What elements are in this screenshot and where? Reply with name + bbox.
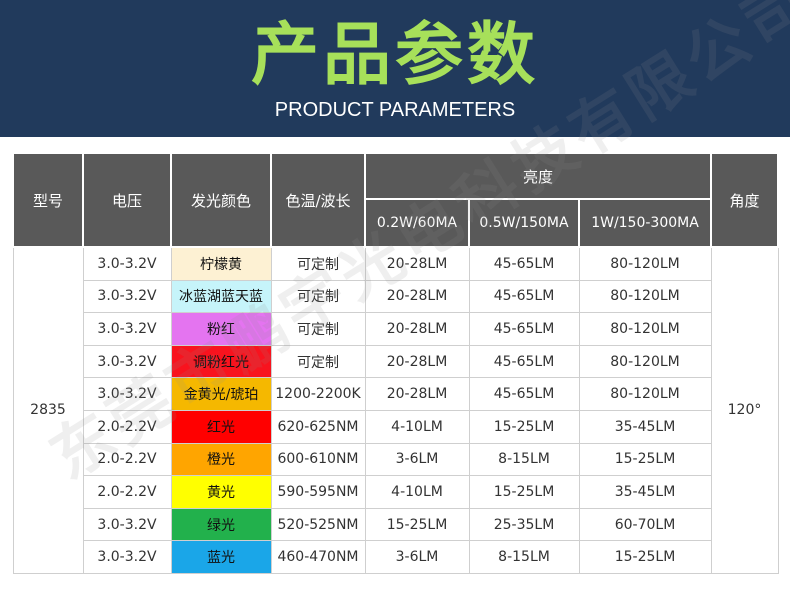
b1-cell: 3-6LM	[364, 540, 470, 574]
header-color: 发光颜色	[170, 152, 272, 248]
color-cell: 绿光	[170, 507, 272, 542]
temp-cell: 可定制	[270, 279, 366, 314]
angle-cell: 120°	[710, 246, 779, 574]
table-row: 2.0-2.2V 橙光 600-610NM 3-6LM 8-15LM 15-25LM	[13, 442, 778, 477]
voltage-cell: 3.0-3.2V	[82, 377, 172, 411]
b3-cell: 60-70LM	[578, 507, 712, 542]
b1-cell: 4-10LM	[364, 475, 470, 509]
table-row: 2835 3.0-3.2V 柠檬黄 可定制 20-28LM 45-65LM 80-120LM…	[12, 246, 779, 574]
b3-cell: 80-120LM	[578, 279, 712, 314]
table-row: 3.0-3.2V 调粉红光 可定制 20-28LM 45-65LM 80-120LM	[13, 344, 778, 379]
page-subtitle: PRODUCT PARAMETERS	[274, 99, 516, 121]
b3-cell: 80-120LM	[578, 344, 712, 379]
voltage-cell: 2.0-2.2V	[82, 475, 172, 509]
b2-cell: 8-15LM	[468, 540, 580, 574]
color-cell: 蓝光	[170, 540, 272, 574]
b2-cell: 15-25LM	[468, 409, 580, 444]
table-row: 3.0-3.2V 蓝光 460-470NM 3-6LM 8-15LM 15-25LM	[13, 540, 778, 574]
table-row: 3.0-3.2V 粉红 可定制 20-28LM 45-65LM 80-120LM	[13, 312, 778, 346]
b3-cell: 35-45LM	[578, 409, 712, 444]
color-cell: 橙光	[170, 442, 272, 477]
table-row: 2.0-2.2V 黄光 590-595NM 4-10LM 15-25LM 35-45LM	[13, 475, 778, 509]
table-row: 2.0-2.2V 红光 620-625NM 4-10LM 15-25LM 35-45LM	[13, 409, 778, 444]
header-model: 型号	[12, 152, 84, 248]
header-b3: 1W/150-300MA	[578, 198, 712, 248]
temp-cell: 600-610NM	[270, 442, 366, 477]
b1-cell: 15-25LM	[364, 507, 470, 542]
b1-cell: 20-28LM	[364, 312, 470, 346]
b2-cell: 8-15LM	[468, 442, 580, 477]
b3-cell: 80-120LM	[578, 246, 712, 281]
color-cell: 红光	[170, 409, 272, 444]
header-b2: 0.5W/150MA	[468, 198, 580, 248]
voltage-cell: 3.0-3.2V	[82, 344, 172, 379]
b2-cell: 45-65LM	[468, 246, 580, 281]
model-cell: 2835	[12, 246, 84, 574]
temp-cell: 可定制	[270, 344, 366, 379]
b1-cell: 20-28LM	[364, 246, 470, 281]
color-cell: 柠檬黄	[170, 246, 272, 281]
temp-cell: 可定制	[270, 246, 366, 281]
b3-cell: 80-120LM	[578, 377, 712, 411]
temp-cell: 可定制	[270, 312, 366, 346]
temp-cell: 1200-2200K	[270, 377, 366, 411]
temp-cell: 460-470NM	[270, 540, 366, 574]
b2-cell: 45-65LM	[468, 377, 580, 411]
b2-cell: 15-25LM	[468, 475, 580, 509]
b1-cell: 4-10LM	[364, 409, 470, 444]
temp-cell: 520-525NM	[270, 507, 366, 542]
b1-cell: 20-28LM	[364, 377, 470, 411]
page-title: 产品参数	[250, 16, 539, 95]
b1-cell: 20-28LM	[364, 279, 470, 314]
b2-cell: 45-65LM	[468, 344, 580, 379]
header-temp: 色温/波长	[270, 152, 366, 248]
temp-cell: 590-595NM	[270, 475, 366, 509]
voltage-cell: 2.0-2.2V	[82, 442, 172, 477]
header-voltage: 电压	[82, 152, 172, 248]
table-row: 3.0-3.2V 冰蓝湖蓝天蓝 可定制 20-28LM 45-65LM 80-120LM	[13, 279, 778, 314]
voltage-cell: 3.0-3.2V	[82, 507, 172, 542]
b3-cell: 15-25LM	[578, 442, 712, 477]
b1-cell: 3-6LM	[364, 442, 470, 477]
color-cell: 黄光	[170, 475, 272, 509]
b3-cell: 35-45LM	[578, 475, 712, 509]
parameters-table-container: 型号 电压 发光颜色 色温/波长 亮度 角度 0.2W/60MA 0.5W/15…	[12, 152, 779, 586]
header-b1: 0.2W/60MA	[364, 198, 470, 248]
temp-cell: 620-625NM	[270, 409, 366, 444]
color-cell: 调粉红光	[170, 344, 272, 379]
voltage-cell: 3.0-3.2V	[82, 246, 172, 281]
color-cell: 粉红	[170, 312, 272, 346]
color-cell: 冰蓝湖蓝天蓝	[170, 279, 272, 314]
b2-cell: 25-35LM	[468, 507, 580, 542]
b2-cell: 45-65LM	[468, 312, 580, 346]
color-cell: 金黄光/琥珀	[170, 377, 272, 411]
b3-cell: 80-120LM	[578, 312, 712, 346]
b3-cell: 15-25LM	[578, 540, 712, 574]
b2-cell: 45-65LM	[468, 279, 580, 314]
parameters-table: 型号 电压 发光颜色 色温/波长 亮度 角度 0.2W/60MA 0.5W/15…	[12, 152, 779, 574]
table-row: 3.0-3.2V 金黄光/琥珀 1200-2200K 20-28LM 45-65LM 80…	[13, 377, 778, 411]
b1-cell: 20-28LM	[364, 344, 470, 379]
table-row: 3.0-3.2V 绿光 520-525NM 15-25LM 25-35LM 60-70LM	[13, 507, 778, 542]
voltage-cell: 3.0-3.2V	[82, 279, 172, 314]
voltage-cell: 2.0-2.2V	[82, 409, 172, 444]
voltage-cell: 3.0-3.2V	[82, 540, 172, 574]
voltage-cell: 3.0-3.2V	[82, 312, 172, 346]
header-brightness: 亮度	[364, 152, 712, 200]
header-angle: 角度	[710, 152, 779, 248]
